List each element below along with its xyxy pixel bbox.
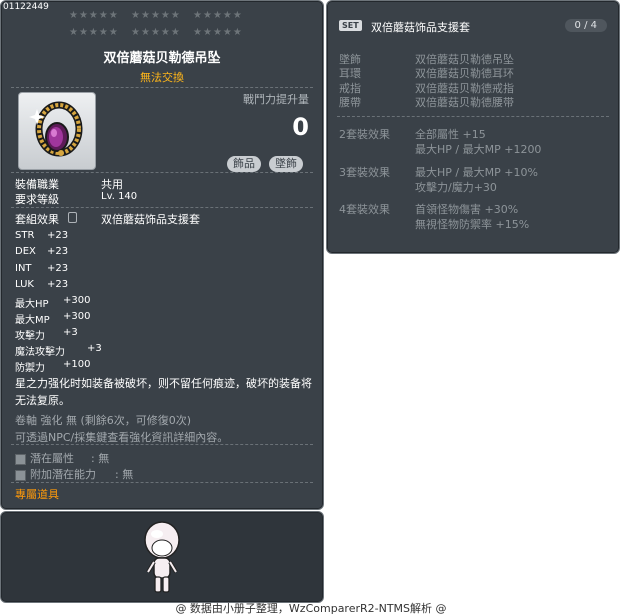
set-effect-label: 套組效果 — [15, 213, 59, 226]
divider — [11, 444, 313, 445]
potential-value: : 無 — [91, 452, 110, 465]
stat-value: +23 — [47, 279, 69, 290]
level-value: Lv. 140 — [101, 191, 138, 202]
star-group: ★★★★★ — [131, 27, 181, 38]
divider — [11, 172, 313, 173]
combat-power-label: 戰鬥力提升量 — [243, 93, 309, 106]
item-tooltip-panel: 01122449 ★★★★★ ★★★★★ ★★★★★ ★★★★★ ★★★★★ ★… — [0, 0, 324, 510]
stat-name: 魔法攻擊力 — [15, 347, 65, 358]
star-group: ★★★★★ — [69, 10, 119, 21]
item-title: 双倍蘑菇贝勒德吊坠 — [103, 51, 221, 66]
potential-row: 潛在屬性 — [15, 450, 74, 466]
stat-value: +23 — [47, 263, 69, 274]
set-name: 双倍蘑菇饰品支援套 — [371, 21, 470, 34]
set-tooltip-panel: SET 双倍蘑菇饰品支援套 0 / 4 墜飾 双倍蘑菇贝勒德吊坠 耳環 双倍蘑菇… — [326, 0, 620, 254]
star-group: ★★★★★ — [193, 27, 243, 38]
set-effect-line: 無視怪物防禦率 +15% — [415, 218, 530, 231]
bonus-potential-label: 附加潛在能力 — [30, 468, 96, 481]
stat-name: 最大MP — [15, 315, 50, 326]
pendant-icon — [29, 101, 83, 157]
potential-icon — [15, 453, 26, 465]
item-description: 星之力强化时如装备被破坏，则不留任何痕迹，破坏的装备将无法复原。 — [15, 377, 312, 407]
stat-name: LUK — [15, 279, 34, 290]
set-effect-tier: 3套裝效果 — [339, 166, 390, 179]
divider — [11, 207, 313, 208]
character-avatar-icon — [144, 521, 180, 593]
stat-name: 防禦力 — [15, 363, 45, 374]
star-group: ★★★★★ — [131, 10, 181, 21]
stat-name: DEX — [15, 246, 36, 257]
scroll-upgrade-info: 卷軸 強化 無 (剩餘6次，可修復0次) — [15, 414, 192, 427]
stat-value: +300 — [63, 295, 91, 306]
item-id: 01122449 — [3, 2, 49, 12]
trade-status: 無法交換 — [140, 71, 184, 84]
item-icon-frame — [18, 92, 96, 170]
level-label: 要求等級 — [15, 193, 59, 206]
divider — [337, 116, 609, 117]
bonus-potential-value: : 無 — [115, 468, 134, 481]
job-value: 共用 — [101, 178, 123, 191]
star-group: ★★★★★ — [69, 27, 119, 38]
set-effect-value: 双倍蘑菇饰品支援套 — [101, 213, 200, 226]
stat-value: +3 — [63, 327, 78, 338]
set-part-item: 双倍蘑菇贝勒德耳环 — [415, 67, 514, 80]
set-part-slot: 腰帶 — [339, 96, 361, 109]
set-effect-line: 首領怪物傷害 +30% — [415, 203, 519, 216]
divider — [11, 482, 313, 483]
set-effect-line: 全部屬性 +15 — [415, 128, 486, 141]
exclusive-item-label: 專屬道具 — [15, 488, 59, 501]
set-part-item: 双倍蘑菇贝勒德腰带 — [415, 96, 514, 109]
stat-value: +23 — [47, 246, 69, 257]
set-effect-line: 攻擊力/魔力+30 — [415, 181, 497, 194]
stat-value: +23 — [47, 230, 69, 241]
set-effect-line: 最大HP / 最大MP +1200 — [415, 143, 542, 156]
set-effect-tier: 2套裝效果 — [339, 128, 390, 141]
stat-name: STR — [15, 230, 35, 241]
divider — [11, 87, 313, 88]
potential-label: 潛在屬性 — [30, 452, 74, 465]
stat-value: +3 — [87, 343, 102, 354]
star-row-1: ★★★★★ ★★★★★ ★★★★★ — [69, 10, 243, 21]
upgrade-hint: 可透過NPC/採集鍵查看強化資訊詳細內容。 — [15, 431, 229, 444]
set-count: 0 / 4 — [564, 19, 607, 32]
combat-power-value: 0 — [292, 113, 309, 141]
bonus-potential-row: 附加潛在能力 — [15, 466, 96, 482]
job-label: 裝備職業 — [15, 178, 59, 191]
set-part-slot: 耳環 — [339, 67, 361, 80]
footer-credit: @ 数据由小册子整理，WzComparerR2-NTMS解析 @ — [175, 602, 447, 615]
set-effect-line: 最大HP / 最大MP +10% — [415, 166, 538, 179]
set-effect-tier: 4套裝效果 — [339, 203, 390, 216]
stat-name: INT — [15, 263, 32, 274]
stat-name: 攻擊力 — [15, 331, 45, 342]
category-tag: 飾品 — [227, 156, 261, 172]
star-row-2: ★★★★★ ★★★★★ ★★★★★ — [69, 27, 243, 38]
stat-value: +100 — [63, 359, 91, 370]
avatar-preview-panel — [0, 511, 324, 603]
star-group: ★★★★★ — [193, 10, 243, 21]
bonus-potential-icon — [15, 469, 26, 481]
subcategory-tag: 墜飾 — [269, 156, 303, 172]
lock-icon — [68, 212, 77, 223]
set-badge: SET — [339, 20, 362, 31]
stat-name: 最大HP — [15, 299, 49, 310]
stat-value: +300 — [63, 311, 91, 322]
